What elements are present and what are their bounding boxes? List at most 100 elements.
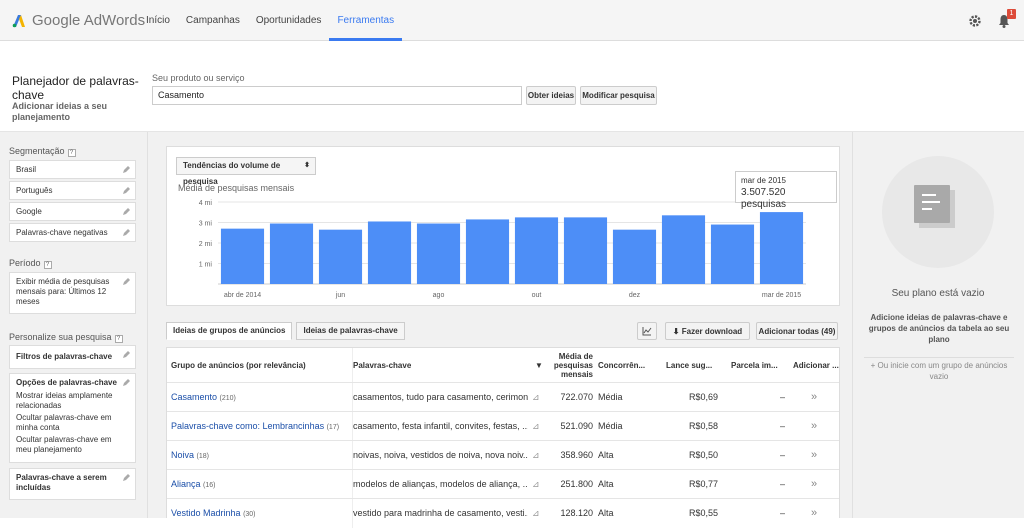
adwords-logo[interactable]: Google AdWords <box>12 12 145 29</box>
col-header-keywords[interactable]: Palavras-chave <box>352 348 522 382</box>
segment-label: Palavras-chave negativas <box>16 228 108 237</box>
col-header-group[interactable]: Grupo de anúncios (por relevância) <box>171 348 346 382</box>
add-ideas-hint: Adicione ideias de palavras-chave e grup… <box>868 313 1010 344</box>
nav-inicio[interactable]: Início <box>138 0 178 41</box>
pencil-icon[interactable] <box>122 351 130 359</box>
tab-keyword-ideas[interactable]: Ideias de palavras-chave <box>296 322 405 340</box>
ad-group-link[interactable]: Palavras-chave como: Lembrancinhas (17) <box>171 412 347 441</box>
suggested-bid-cell: R$0,77 <box>688 479 718 489</box>
ad-group-link[interactable]: Aliança (16) <box>171 470 347 499</box>
period-heading: Período? <box>9 258 52 269</box>
col-header-share[interactable]: Parcela im... <box>731 348 793 382</box>
segment-label: Português <box>16 186 53 195</box>
product-label: Seu produto ou serviço <box>152 73 245 83</box>
download-button[interactable]: ⬇ Fazer download <box>665 322 750 340</box>
competition-cell: Alta <box>598 479 614 489</box>
add-to-plan-icon[interactable]: » <box>793 412 835 441</box>
segment-network[interactable]: Google <box>9 202 136 221</box>
pencil-icon[interactable] <box>122 474 130 482</box>
chart-type-select[interactable]: Tendências do volume de pesquisa ⬍ <box>176 157 316 186</box>
col-header-avg[interactable]: Média de pesquisas mensais <box>547 348 593 382</box>
start-empty-group-link[interactable]: + Ou inicie com um grupo de anúncios vaz… <box>864 357 1014 382</box>
x-tick-label: dez <box>629 292 641 299</box>
impression-share-cell: – <box>779 392 785 402</box>
col-header-bid[interactable]: Lance sug... <box>666 348 728 382</box>
help-icon[interactable]: ? <box>114 335 123 343</box>
keyword-options-box[interactable]: Opções de palavras-chave Mostrar ideias … <box>9 373 136 463</box>
suggested-bid-cell: R$0,69 <box>688 392 718 402</box>
trend-chart-icon[interactable]: ⊿ <box>532 441 546 470</box>
trend-chart-icon[interactable]: ⊿ <box>532 412 546 441</box>
x-tick-label: out <box>532 292 542 299</box>
modify-search-button[interactable]: Modificar pesquisa <box>580 86 657 105</box>
add-to-plan-icon[interactable]: » <box>793 470 835 499</box>
x-tick-label: mar de 2015 <box>762 292 801 299</box>
chart-bar <box>563 217 608 284</box>
ad-group-link[interactable]: Noiva (18) <box>171 441 347 470</box>
impression-share-cell: – <box>779 479 785 489</box>
tooltip-value: 3.507.520 pesquisas <box>741 187 787 210</box>
segment-location[interactable]: Brasil <box>9 160 136 179</box>
keyword-filters-box[interactable]: Filtros de palavras-chave <box>9 345 136 369</box>
help-icon[interactable]: ? <box>67 149 76 157</box>
ad-group-link[interactable]: Vestido Madrinha (30) <box>171 499 347 528</box>
include-label: Palavras-chave a serem incluídas <box>16 473 107 492</box>
impression-share-cell: – <box>779 421 785 431</box>
include-keywords-box[interactable]: Palavras-chave a serem incluídas <box>9 468 136 500</box>
document-icon <box>914 185 950 223</box>
option-item: Ocultar palavras-chave em meu planejamen… <box>16 435 112 454</box>
table-row: Casamento (210) casamentos, tudo para cas… <box>167 382 839 412</box>
option-item: Mostrar ideias amplamente relacionadas <box>16 391 113 410</box>
add-to-plan-icon[interactable]: » <box>793 441 835 470</box>
ad-group-link[interactable]: Casamento (210) <box>171 383 347 412</box>
chart-tooltip: mar de 2015 3.507.520 pesquisas <box>735 171 837 210</box>
pencil-icon[interactable] <box>122 379 130 387</box>
chart-bar <box>269 223 314 284</box>
tab-ad-group-ideas[interactable]: Ideias de grupos de anúncios <box>166 322 293 340</box>
gear-icon[interactable] <box>968 14 982 28</box>
x-tick-label: ago <box>433 292 445 299</box>
period-label: Período <box>9 258 41 268</box>
col-header-competition[interactable]: Concorrên... <box>598 348 660 382</box>
keywords-cell: vestido para madrinha de casamento, vest… <box>352 499 528 528</box>
segment-negative-keywords[interactable]: Palavras-chave negativas <box>9 223 136 242</box>
impression-share-cell: – <box>779 450 785 460</box>
top-bar: Google AdWords Início Campanhas Oportuni… <box>0 0 1024 41</box>
table-row: Palavras-chave como: Lembrancinhas (17) c… <box>167 411 839 441</box>
trend-chart-icon[interactable]: ⊿ <box>532 383 546 412</box>
customize-heading: Personalize sua pesquisa? <box>9 332 123 343</box>
ideas-table: Grupo de anúncios (por relevância) Palav… <box>166 347 841 528</box>
col-header-add[interactable]: Adicionar ... <box>793 348 841 382</box>
segment-language[interactable]: Português <box>9 181 136 200</box>
add-to-plan-icon[interactable]: » <box>793 383 835 412</box>
pencil-icon[interactable] <box>122 229 130 237</box>
nav-ferramentas[interactable]: Ferramentas <box>329 0 402 41</box>
avg-searches-cell: 521.090 <box>560 421 593 431</box>
y-tick-label: 2 mi <box>199 241 213 248</box>
segmentation-heading: Segmentação? <box>9 146 76 157</box>
add-all-button[interactable]: Adicionar todas (49) <box>756 322 838 340</box>
pencil-icon[interactable] <box>122 187 130 195</box>
add-to-plan-icon[interactable]: » <box>793 499 835 528</box>
notification-badge: 1 <box>1007 9 1016 19</box>
help-icon[interactable]: ? <box>43 261 52 269</box>
chart-toggle-button[interactable] <box>637 322 657 340</box>
avg-searches-cell: 358.960 <box>560 450 593 460</box>
product-input[interactable]: Casamento <box>152 86 522 105</box>
nav-oportunidades[interactable]: Oportunidades <box>248 0 330 41</box>
get-ideas-button[interactable]: Obter ideias <box>526 86 576 105</box>
period-box[interactable]: Exibir média de pesquisas mensais para: … <box>9 272 136 314</box>
avg-searches-cell: 128.120 <box>560 508 593 518</box>
sort-desc-icon[interactable]: ▼ <box>535 348 543 382</box>
main-nav: Início Campanhas Oportunidades Ferrament… <box>138 0 402 41</box>
chart-bar <box>514 217 559 284</box>
nav-campanhas[interactable]: Campanhas <box>178 0 248 41</box>
period-value: Exibir média de pesquisas mensais para: … <box>16 277 110 306</box>
competition-cell: Média <box>598 392 623 402</box>
trend-chart-icon[interactable]: ⊿ <box>532 499 546 528</box>
keywords-cell: casamento, festa infantil, convites, fes… <box>352 412 528 441</box>
trend-chart-icon[interactable]: ⊿ <box>532 470 546 499</box>
pencil-icon[interactable] <box>122 166 130 174</box>
pencil-icon[interactable] <box>122 278 130 286</box>
pencil-icon[interactable] <box>122 208 130 216</box>
